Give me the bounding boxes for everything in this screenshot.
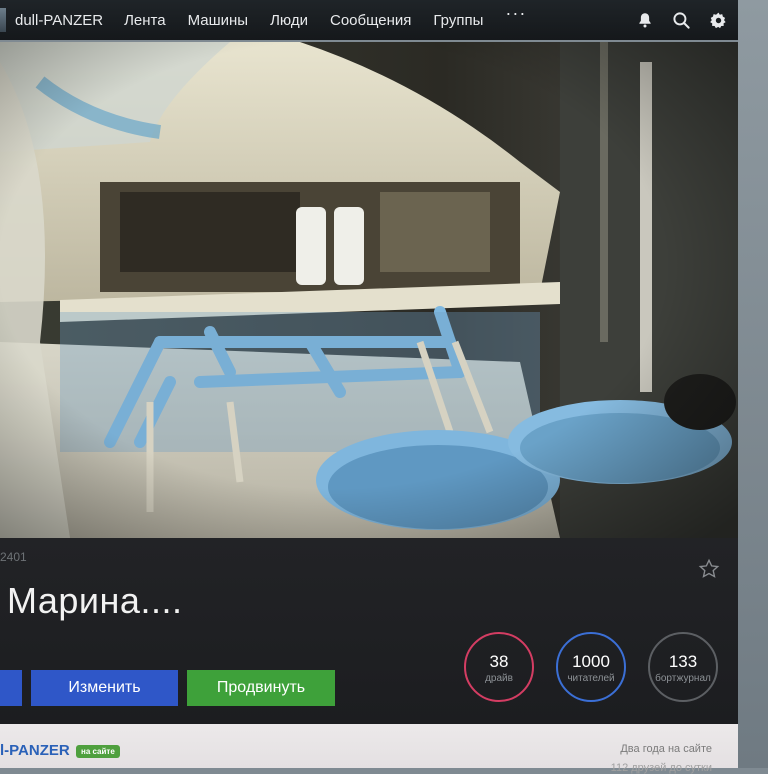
post-title: Марина.... [7,580,183,621]
post-photo[interactable] [0,42,738,538]
more-icon[interactable]: ··· [505,4,526,29]
member-since-text: Два года на сайте [620,743,712,755]
gear-icon[interactable] [709,11,728,30]
star-icon[interactable] [698,558,720,585]
promote-button[interactable]: Продвинуть [187,670,335,706]
stat-readers-value: 1000 [572,652,610,671]
user-name-link[interactable]: dull-PANZER [15,12,103,29]
nav-item-cars[interactable]: Машины [188,12,248,29]
stat-journal[interactable]: 133 бортжурнал [648,632,718,702]
nav-item-groups[interactable]: Группы [433,12,483,29]
online-badge: на сайте [76,745,120,758]
stat-drive-value: 38 [489,652,509,671]
post-info-panel: 2401 Марина.... Изменить Продвинуть 38 д… [0,538,738,724]
main-nav: Лента Машины Люди Сообщения Группы ··· [124,4,526,29]
page-side-strip [738,0,768,768]
partial-button[interactable] [0,670,22,706]
stat-journal-value: 133 [668,652,698,671]
stat-readers-label: читателей [567,673,615,684]
friends-text: 112 друзей до сутки [610,762,712,774]
nav-item-feed[interactable]: Лента [124,12,166,29]
owner-name-link[interactable]: l-PANZER [0,742,70,759]
stat-drive[interactable]: 38 драйв [464,632,534,702]
stat-readers[interactable]: 1000 читателей [556,632,626,702]
stat-drive-label: драйв [485,673,513,684]
nav-item-messages[interactable]: Сообщения [330,12,411,29]
user-avatar-icon[interactable] [0,8,6,32]
edit-button[interactable]: Изменить [31,670,178,706]
post-id-text: 2401 [0,550,27,564]
header-actions [636,0,728,40]
stat-journal-label: бортжурнал [655,673,711,684]
top-navigation-bar: dull-PANZER Лента Машины Люди Сообщения … [0,0,738,40]
nav-item-people[interactable]: Люди [270,12,308,29]
search-icon[interactable] [672,11,691,30]
owner-strip: l-PANZER на сайте Два года на сайте 112 … [0,724,738,774]
bell-icon[interactable] [636,11,654,29]
